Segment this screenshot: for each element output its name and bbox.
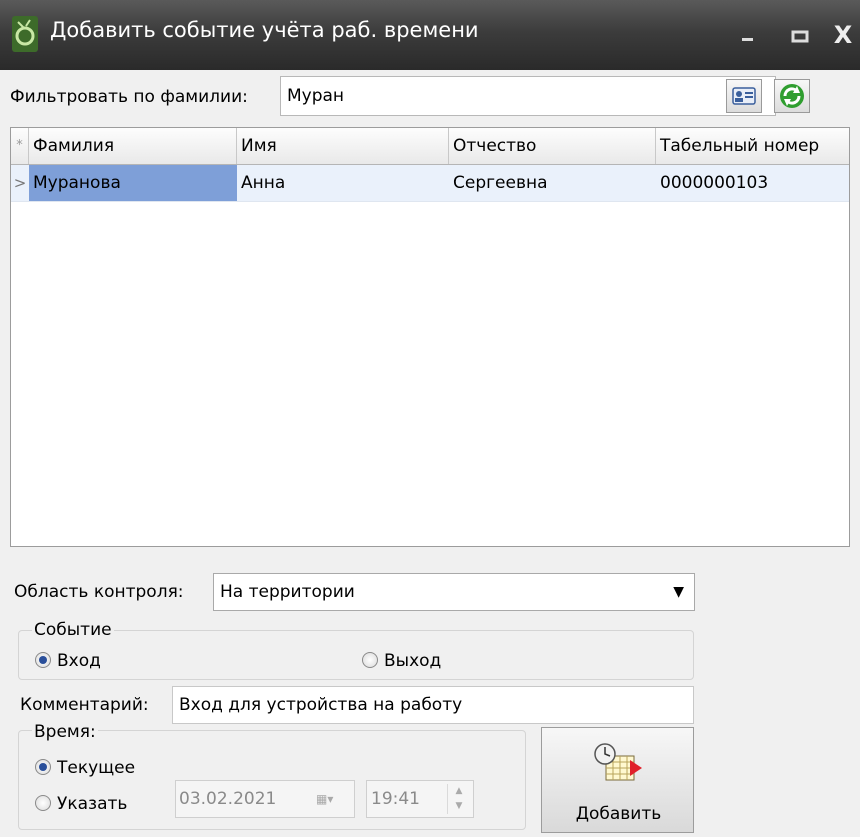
time-group-caption: Время: [32,722,98,742]
dropdown-arrow-icon: ▼ [673,584,684,600]
event-groupbox [18,630,694,680]
column-header-personnel-number[interactable]: Табельный номер [656,128,849,164]
new-row-marker: * [11,128,29,164]
select-employee-button[interactable] [726,79,762,113]
comment-input[interactable]: Вход для устройства на работу [172,686,694,724]
current-row-indicator: > [13,174,27,192]
time-current-label: Текущее [57,758,136,778]
radio-selected-icon [35,759,51,775]
id-card-icon [732,87,756,105]
refresh-button[interactable] [774,79,810,113]
radio-unselected-icon [362,652,378,668]
table-cell-name[interactable]: Анна [237,165,449,201]
app-icon [12,16,38,52]
time-picker[interactable]: 19:41 ▲ ▼ [366,780,474,818]
radio-selected-icon [35,652,51,668]
comment-label: Комментарий: [20,695,149,715]
event-entry-label: Вход [57,651,101,671]
filter-surname-input[interactable] [280,76,776,116]
employees-grid[interactable]: * Фамилия Имя Отчество Табельный номер >… [10,127,850,547]
close-button[interactable]: X [828,20,858,50]
control-area-value: На территории [220,582,355,602]
add-button-label: Добавить [575,804,662,824]
spin-down-icon[interactable]: ▼ [448,799,470,814]
event-exit-label: Выход [384,651,442,671]
event-entry-radio[interactable]: Вход [35,651,101,671]
window-title: Добавить событие учёта раб. времени [50,18,479,42]
time-current-radio[interactable]: Текущее [35,758,135,778]
table-cell-surname[interactable]: Муранова [29,165,237,201]
event-group-caption: Событие [32,620,114,640]
column-header-surname[interactable]: Фамилия [29,128,237,164]
calendar-dropdown-icon[interactable]: ▦▾ [316,789,350,809]
time-specify-label: Указать [57,794,128,814]
date-picker[interactable]: 03.02.2021 ▦▾ [175,780,355,818]
grid-header: * Фамилия Имя Отчество Табельный номер [11,128,849,165]
clock-calendar-add-icon [594,743,642,781]
column-header-name[interactable]: Имя [237,128,449,164]
table-cell-personnel-number[interactable]: 0000000103 [656,165,849,201]
maximize-icon [791,30,809,43]
event-exit-radio[interactable]: Выход [362,651,441,671]
table-cell-patronymic[interactable]: Сергеевна [449,165,656,201]
control-area-label: Область контроля: [14,582,184,602]
maximize-button[interactable] [785,20,815,50]
spin-up-icon[interactable]: ▲ [448,784,470,799]
table-row[interactable]: > Муранова Анна Сергеевна 0000000103 [11,165,849,202]
time-specify-radio[interactable]: Указать [35,794,127,814]
column-header-patronymic[interactable]: Отчество [449,128,656,164]
title-bar: Добавить событие учёта раб. времени X [0,0,860,70]
minimize-icon [742,38,753,41]
refresh-icon [780,84,804,108]
control-area-select[interactable]: На территории ▼ [213,573,695,611]
time-spinner[interactable]: ▲ ▼ [447,784,470,814]
radio-unselected-icon [35,795,51,811]
date-value: 03.02.2021 [179,789,277,809]
time-value: 19:41 [371,789,420,809]
filter-buttons [726,79,810,115]
close-icon: X [833,21,853,49]
add-button[interactable]: Добавить [541,727,694,833]
minimize-button[interactable] [733,20,763,50]
filter-label: Фильтровать по фамилии: [10,87,248,107]
